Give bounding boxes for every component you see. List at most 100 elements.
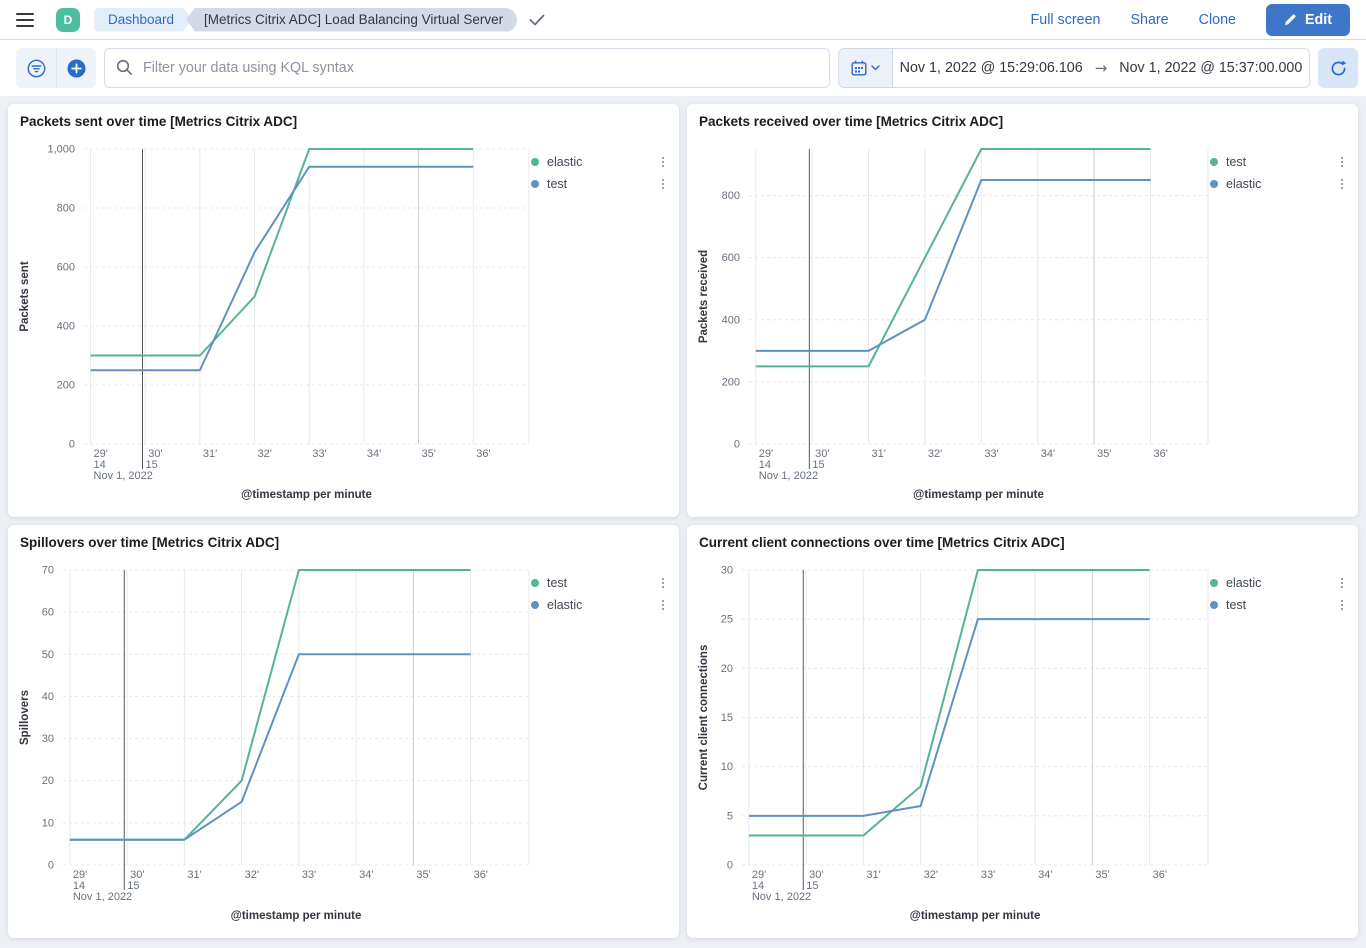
svg-text:33': 33'	[302, 869, 316, 881]
legend-item[interactable]: test	[531, 173, 667, 195]
chart-panel: Packets received over time [Metrics Citr…	[687, 104, 1358, 517]
legend-color-dot	[531, 180, 539, 188]
breadcrumb-dashboard[interactable]: Dashboard	[94, 8, 192, 32]
legend-item[interactable]: elastic	[531, 151, 667, 173]
svg-text:20: 20	[42, 775, 54, 787]
panel-body: 01020304050607029'30'31'32'33'34'35'36'1…	[8, 552, 679, 926]
svg-text:400: 400	[722, 314, 740, 326]
svg-text:36': 36'	[1153, 448, 1167, 460]
svg-text:200: 200	[57, 380, 75, 392]
svg-text:36': 36'	[1153, 869, 1167, 881]
line-chart[interactable]: 01020304050607029'30'31'32'33'34'35'36'1…	[16, 560, 531, 926]
legend-item-menu-icon[interactable]	[1338, 154, 1347, 171]
filter-button-group	[16, 48, 96, 88]
svg-text:Packets sent: Packets sent	[19, 261, 31, 331]
svg-text:32': 32'	[258, 448, 272, 460]
legend-item-label[interactable]: elastic	[1226, 576, 1330, 590]
line-chart[interactable]: 02004006008001,00029'30'31'32'33'34'35'3…	[16, 139, 531, 505]
svg-text:36': 36'	[476, 448, 490, 460]
svg-text:0: 0	[734, 439, 740, 451]
legend-item[interactable]: elastic	[1210, 173, 1346, 195]
legend-color-dot	[1210, 158, 1218, 166]
legend-item-label[interactable]: test	[1226, 598, 1330, 612]
svg-text:@timestamp per minute: @timestamp per minute	[231, 910, 362, 922]
space-avatar[interactable]: D	[56, 8, 80, 32]
saved-check-icon	[529, 14, 545, 26]
legend-item-menu-icon[interactable]	[1338, 575, 1347, 592]
svg-text:Nov 1, 2022: Nov 1, 2022	[759, 470, 818, 482]
legend-item-label[interactable]: test	[1226, 155, 1330, 169]
svg-text:31': 31'	[866, 869, 880, 881]
svg-text:32': 32'	[245, 869, 259, 881]
panel-body: 02004006008001,00029'30'31'32'33'34'35'3…	[8, 131, 679, 505]
date-range-start[interactable]: Nov 1, 2022 @ 15:29:06.106	[900, 60, 1083, 76]
legend-item-menu-icon[interactable]	[659, 154, 668, 171]
full-screen-link[interactable]: Full screen	[1031, 12, 1101, 28]
svg-text:32': 32'	[924, 869, 938, 881]
refresh-button[interactable]	[1318, 48, 1358, 88]
svg-text:35': 35'	[1097, 448, 1111, 460]
svg-text:0: 0	[727, 860, 733, 872]
legend-item-label[interactable]: elastic	[1226, 177, 1330, 191]
legend-color-dot	[531, 601, 539, 609]
legend-item-label[interactable]: test	[547, 177, 651, 191]
svg-text:40: 40	[42, 691, 54, 703]
svg-text:Nov 1, 2022: Nov 1, 2022	[752, 891, 811, 903]
svg-text:10: 10	[42, 817, 54, 829]
svg-text:800: 800	[722, 190, 740, 202]
svg-text:34': 34'	[1041, 448, 1055, 460]
search-icon	[116, 59, 133, 76]
legend-item[interactable]: test	[1210, 151, 1346, 173]
legend-item-menu-icon[interactable]	[1338, 176, 1347, 193]
svg-text:33': 33'	[981, 869, 995, 881]
legend-item-menu-icon[interactable]	[1338, 597, 1347, 614]
svg-text:Packets received: Packets received	[698, 250, 710, 343]
svg-text:31': 31'	[187, 869, 201, 881]
svg-text:50: 50	[42, 649, 54, 661]
chart-panel: Spillovers over time [Metrics Citrix ADC…	[8, 525, 679, 938]
legend-item-label[interactable]: test	[547, 576, 651, 590]
svg-text:20: 20	[721, 663, 733, 675]
legend-item-menu-icon[interactable]	[659, 575, 668, 592]
edit-button-label: Edit	[1305, 12, 1332, 28]
edit-button[interactable]: Edit	[1266, 4, 1350, 36]
svg-text:60: 60	[42, 607, 54, 619]
panel-title: Spillovers over time [Metrics Citrix ADC…	[8, 525, 679, 552]
date-range-end[interactable]: Nov 1, 2022 @ 15:37:00.000	[1119, 60, 1302, 76]
share-link[interactable]: Share	[1130, 12, 1168, 28]
svg-text:33': 33'	[312, 448, 326, 460]
legend-item[interactable]: elastic	[531, 594, 667, 616]
legend-item-label[interactable]: elastic	[547, 598, 651, 612]
svg-text:400: 400	[57, 321, 75, 333]
clone-link[interactable]: Clone	[1199, 12, 1236, 28]
breadcrumb: Dashboard [Metrics Citrix ADC] Load Bala…	[94, 8, 517, 32]
svg-text:34': 34'	[1038, 869, 1052, 881]
panel-title: Packets received over time [Metrics Citr…	[687, 104, 1358, 131]
svg-text:600: 600	[722, 252, 740, 264]
menu-hamburger-icon[interactable]	[16, 13, 34, 27]
legend-color-dot	[1210, 579, 1218, 587]
legend-color-dot	[531, 579, 539, 587]
legend-item-menu-icon[interactable]	[659, 176, 668, 193]
svg-text:@timestamp per minute: @timestamp per minute	[913, 489, 1044, 501]
legend-color-dot	[1210, 180, 1218, 188]
line-chart[interactable]: 05101520253029'30'31'32'33'34'35'36'1415…	[695, 560, 1210, 926]
svg-text:25: 25	[721, 614, 733, 626]
legend-item[interactable]: test	[531, 572, 667, 594]
svg-text:600: 600	[57, 262, 75, 274]
svg-text:800: 800	[57, 203, 75, 215]
legend-item-label[interactable]: elastic	[547, 155, 651, 169]
date-picker-quick-menu-button[interactable]	[839, 49, 893, 87]
legend-item[interactable]: test	[1210, 594, 1346, 616]
legend-item-menu-icon[interactable]	[659, 597, 668, 614]
saved-query-menu-button[interactable]	[16, 48, 56, 88]
svg-text:35': 35'	[422, 448, 436, 460]
legend-item[interactable]: elastic	[1210, 572, 1346, 594]
filter-in-circle-icon	[27, 59, 46, 78]
calendar-icon	[851, 60, 867, 76]
kql-filter-input[interactable]	[104, 48, 830, 88]
chart-legend: test elastic	[531, 572, 671, 926]
line-chart[interactable]: 020040060080029'30'31'32'33'34'35'36'141…	[695, 139, 1210, 505]
query-toolbar: Nov 1, 2022 @ 15:29:06.106 → Nov 1, 2022…	[0, 40, 1366, 96]
add-filter-button[interactable]	[56, 48, 96, 88]
